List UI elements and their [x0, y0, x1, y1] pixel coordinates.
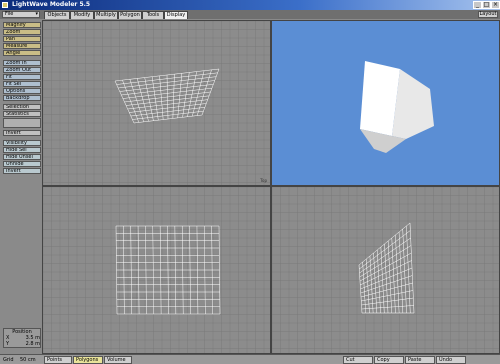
position-y-label: Y [6, 341, 10, 347]
angle-button[interactable]: Angle [3, 50, 41, 56]
position-y-row: Y 2.8 m [6, 341, 40, 347]
window-title: LightWave Modeler 5.5 [12, 1, 91, 8]
mesh-line [359, 245, 412, 278]
fit-sel-button[interactable]: Fit Sel [3, 81, 41, 87]
zoom-out-button[interactable]: Zoom Out [3, 67, 41, 73]
unhide-button[interactable]: Unhide [3, 161, 41, 167]
sidebar-spacer [3, 118, 41, 128]
title-bar: LightWave Modeler 5.5 _ □ × [0, 0, 500, 10]
viewport-top-label: Top [260, 178, 267, 183]
close-button[interactable]: × [491, 1, 500, 9]
tab-display[interactable]: Display [164, 11, 188, 19]
file-menu-label: File [5, 11, 14, 17]
shaded-object [360, 61, 434, 153]
status-bar: Grid 50 cm Points Polygons Volume Cut Co… [0, 354, 500, 364]
minimize-button[interactable]: _ [473, 1, 482, 9]
cut-button[interactable]: Cut [343, 356, 373, 364]
viewport-side-mesh [358, 222, 415, 314]
maximize-button[interactable]: □ [482, 1, 491, 9]
viewport-perspective-canvas [360, 61, 434, 153]
copy-button[interactable]: Copy [374, 356, 404, 364]
measure-button[interactable]: Measure [3, 43, 41, 49]
viewport-side[interactable] [271, 186, 500, 354]
grid-label: Grid [3, 357, 14, 363]
mesh-line [359, 252, 412, 282]
volume-button[interactable]: Volume [104, 356, 132, 364]
selection-button[interactable]: Selection [3, 104, 41, 110]
tab-multiply[interactable]: Multiply [94, 11, 118, 19]
viewport-top[interactable]: Top [42, 20, 271, 186]
chevron-down-icon: ▾ [35, 11, 38, 17]
tab-polygon[interactable]: Polygon [118, 11, 142, 19]
undo-button[interactable]: Undo [436, 356, 466, 364]
invert-visibility-button[interactable]: Invert [3, 168, 41, 174]
position-y-value: 2.8 m [25, 341, 40, 347]
zoom-in-button[interactable]: Zoom In [3, 60, 41, 66]
viewport-side-grid [272, 187, 499, 353]
viewport-side-canvas [272, 187, 499, 353]
tab-modify[interactable]: Modify [70, 11, 94, 19]
app-icon [2, 2, 8, 8]
mesh-line [360, 267, 413, 290]
paste-button[interactable]: Paste [405, 356, 435, 364]
viewport-top-mesh [114, 68, 220, 124]
viewport-front-canvas [43, 187, 270, 353]
position-panel: Position X 3.5 m Y 2.8 m [3, 328, 41, 348]
mesh-line [359, 230, 411, 270]
tab-objects[interactable]: Objects [44, 11, 70, 19]
invert-selection-button[interactable]: Invert [3, 130, 41, 136]
statistics-button[interactable]: Statistics [3, 111, 41, 117]
fit-button[interactable]: Fit [3, 74, 41, 80]
zoom-button[interactable]: Zoom [3, 29, 41, 35]
grid-value: 50 cm [20, 357, 36, 363]
pan-button[interactable]: Pan [3, 36, 41, 42]
hide-unsel-button[interactable]: Hide Unsel [3, 154, 41, 160]
viewport-perspective[interactable] [271, 20, 500, 186]
visibility-button[interactable]: Visibility [3, 140, 41, 146]
layout-button[interactable]: Layout [478, 11, 498, 18]
points-button[interactable]: Points [44, 356, 72, 364]
options-button[interactable]: Options [3, 88, 41, 94]
viewport-top-grid [43, 21, 270, 185]
file-menu[interactable]: File ▾ [2, 11, 40, 18]
polygons-button[interactable]: Polygons [73, 356, 103, 364]
tab-tools[interactable]: Tools [142, 11, 164, 19]
toolbar: File ▾ Objects Modify Multiply Polygon T… [0, 10, 500, 19]
backdrop-button[interactable]: Backdrop [3, 95, 41, 101]
viewport-top-canvas [43, 21, 270, 185]
sidebar: Magnify Zoom Pan Measure Angle Zoom In Z… [2, 20, 42, 348]
magnify-button[interactable]: Magnify [3, 22, 41, 28]
hide-sel-button[interactable]: Hide Sel [3, 147, 41, 153]
mesh-line [360, 260, 412, 286]
viewport-front[interactable] [42, 186, 271, 354]
